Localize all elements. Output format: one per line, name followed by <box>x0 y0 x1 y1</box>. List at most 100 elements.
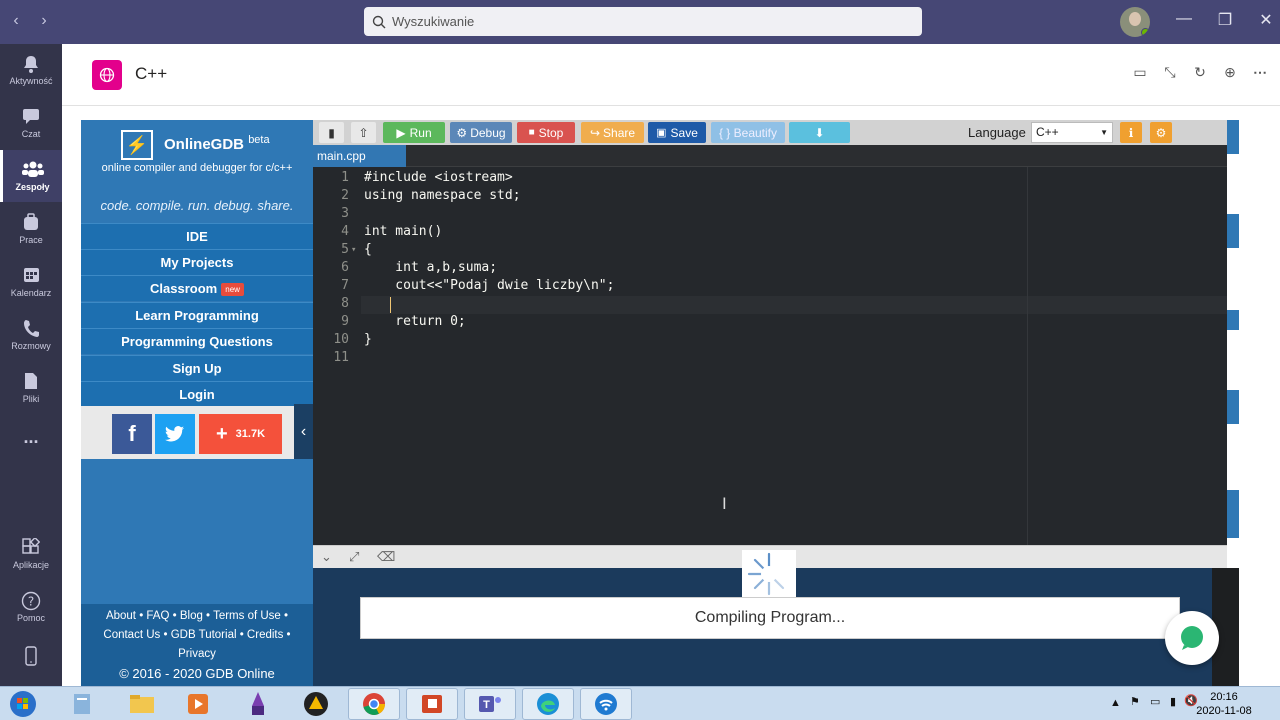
menu-item-my-projects[interactable]: My Projects <box>81 249 313 275</box>
gdb-logo[interactable]: ⚡ OnlineGDB beta online compiler and deb… <box>81 120 313 187</box>
avatar[interactable] <box>1120 7 1150 37</box>
debug-icon: ⚙ <box>456 125 468 140</box>
more-options-icon[interactable]: ⋯ <box>1250 64 1270 84</box>
run-button[interactable]: ▶ Run <box>383 122 445 143</box>
network-icon[interactable]: ▮ <box>1170 695 1176 708</box>
rail-item-activity[interactable]: Aktywność <box>0 44 62 96</box>
battery-icon[interactable]: ▭ <box>1150 695 1160 708</box>
menu-item-login[interactable]: Login <box>81 381 313 407</box>
share-icon: ↪ <box>589 125 601 140</box>
rail-item-files[interactable]: Pliki <box>0 362 62 414</box>
chrome-icon[interactable] <box>348 688 400 720</box>
copyright: © 2016 - 2020 GDB Online <box>119 666 275 681</box>
wizard-app-icon[interactable] <box>232 688 284 720</box>
refresh-icon[interactable]: ↻ <box>1190 64 1210 84</box>
fold-arrow-icon[interactable]: ▾ <box>351 245 356 255</box>
rail-item-help[interactable]: ? Pomoc <box>0 581 62 633</box>
beautify-button[interactable]: { } Beautify <box>711 122 785 143</box>
play-icon: ▶ <box>396 125 406 140</box>
website-globe-icon[interactable]: ⊕ <box>1220 64 1240 84</box>
collapse-icon[interactable]: ⤡ <box>1160 64 1180 84</box>
debug-button[interactable]: ⚙ Debug <box>450 122 512 143</box>
notes-app-icon[interactable] <box>56 688 108 720</box>
gear-icon[interactable]: ⚙ <box>1150 122 1172 143</box>
media-player-icon[interactable] <box>172 688 224 720</box>
footer-links-2[interactable]: Contact Us • GDB Tutorial • Credits • <box>81 626 313 645</box>
new-file-icon[interactable]: ▮ <box>319 122 344 143</box>
line-number: 5 <box>341 242 349 257</box>
twitter-icon[interactable] <box>155 414 195 454</box>
back-arrow-icon[interactable]: ‹ <box>6 12 26 30</box>
lightning-logo-icon: ⚡ <box>121 130 153 160</box>
svg-text:?: ? <box>28 595 34 609</box>
collapse-sidebar-chevron-icon[interactable]: ‹ <box>294 404 313 459</box>
edge-icon[interactable] <box>522 688 574 720</box>
share-button[interactable]: ↪ Share <box>581 122 644 143</box>
menu-item-programming-questions[interactable]: Programming Questions <box>81 328 313 354</box>
show-hidden-icons-icon[interactable]: ▲ <box>1110 697 1121 709</box>
language-label: Language <box>968 125 1026 140</box>
mouse-ibeam-cursor-icon: I <box>722 494 727 513</box>
logo-title: OnlineGDB <box>164 136 245 153</box>
stop-icon: ■ <box>528 127 535 138</box>
warning-app-icon[interactable] <box>290 688 342 720</box>
save-button[interactable]: ▣ Save <box>648 122 706 143</box>
active-line-highlight <box>361 296 1227 314</box>
facebook-icon[interactable]: f <box>112 414 152 454</box>
menu-item-learn-programming[interactable]: Learn Programming <box>81 302 313 328</box>
minimize-icon[interactable]: — <box>1170 10 1198 28</box>
close-icon[interactable]: ✕ <box>1252 10 1280 30</box>
chat-support-icon[interactable] <box>1165 611 1219 665</box>
network-app-icon[interactable] <box>580 688 632 720</box>
upload-icon[interactable]: ⇧ <box>351 122 376 143</box>
file-explorer-icon[interactable] <box>116 688 168 720</box>
rail-item-calls[interactable]: Rozmowy <box>0 309 62 361</box>
addthis-share-button[interactable]: + 31.7K <box>199 414 282 454</box>
line-number: 4 <box>341 224 349 239</box>
info-icon[interactable]: ℹ <box>1120 122 1142 143</box>
new-badge: new <box>221 283 244 297</box>
menu-item-classroom[interactable]: Classroom new <box>81 275 313 301</box>
footer-links-1[interactable]: About • FAQ • Blog • Terms of Use • <box>81 607 313 626</box>
conversation-icon[interactable]: ▭ <box>1130 64 1150 84</box>
line-number: 11 <box>333 350 349 365</box>
rail-item-assignments[interactable]: Prace <box>0 203 62 255</box>
footer-links-3[interactable]: Privacy <box>81 645 313 664</box>
rail-item-calendar[interactable]: Kalendarz <box>0 256 62 308</box>
rail-item-teams[interactable]: Zespoły <box>0 150 62 202</box>
language-select[interactable]: C++ ▼ <box>1031 122 1113 143</box>
print-margin <box>1027 167 1028 545</box>
taskbar-clock[interactable]: 20:16 2020-11-08 <box>1196 690 1252 718</box>
download-icon[interactable]: ⬇ <box>789 122 850 143</box>
teams-taskbar-icon[interactable]: T <box>464 688 516 720</box>
code-editor[interactable]: 1 2 3 4 5 ▾ 6 7 8 9 10 11 #include <iost… <box>313 167 1227 545</box>
search-input[interactable]: Wyszukiwanie <box>364 7 922 36</box>
code-line: int a,b,suma; <box>364 260 498 275</box>
clear-console-icon[interactable]: ⌫ <box>377 549 395 565</box>
forward-arrow-icon[interactable]: › <box>34 12 54 30</box>
logo-subtitle: online compiler and debugger for c/c++ <box>101 162 293 174</box>
powerpoint-icon[interactable] <box>406 688 458 720</box>
menu-item-sign-up[interactable]: Sign Up <box>81 355 313 381</box>
rail-item-device[interactable] <box>0 636 62 682</box>
menu-item-ide[interactable]: IDE <box>81 223 313 249</box>
chevron-down-icon[interactable]: ⌄ <box>321 549 332 565</box>
stop-button[interactable]: ■ Stop <box>517 122 575 143</box>
expand-icon[interactable]: ⤢ <box>349 549 359 565</box>
start-button-icon[interactable] <box>0 688 46 720</box>
share-count: 31.7K <box>235 428 266 440</box>
line-number: 3 <box>341 206 349 221</box>
gdb-sidebar: ⚡ OnlineGDB beta online compiler and deb… <box>81 120 313 686</box>
code-line: int main() <box>364 224 443 239</box>
tab-main-cpp[interactable]: main.cpp <box>313 145 406 167</box>
social-share-bar: f + 31.7K <box>81 406 313 459</box>
rail-item-chat[interactable]: Czat <box>0 97 62 149</box>
file-tabs: main.cpp <box>313 145 1227 167</box>
rail-label: Pomoc <box>16 613 45 623</box>
apps-icon <box>0 536 62 560</box>
rail-item-more[interactable]: ... <box>0 415 62 467</box>
gdb-footer: About • FAQ • Blog • Terms of Use • Cont… <box>81 604 313 686</box>
action-center-flag-icon[interactable]: ⚑ <box>1130 695 1140 708</box>
maximize-icon[interactable]: ❐ <box>1211 10 1239 30</box>
rail-item-apps[interactable]: Aplikacje <box>0 528 62 580</box>
